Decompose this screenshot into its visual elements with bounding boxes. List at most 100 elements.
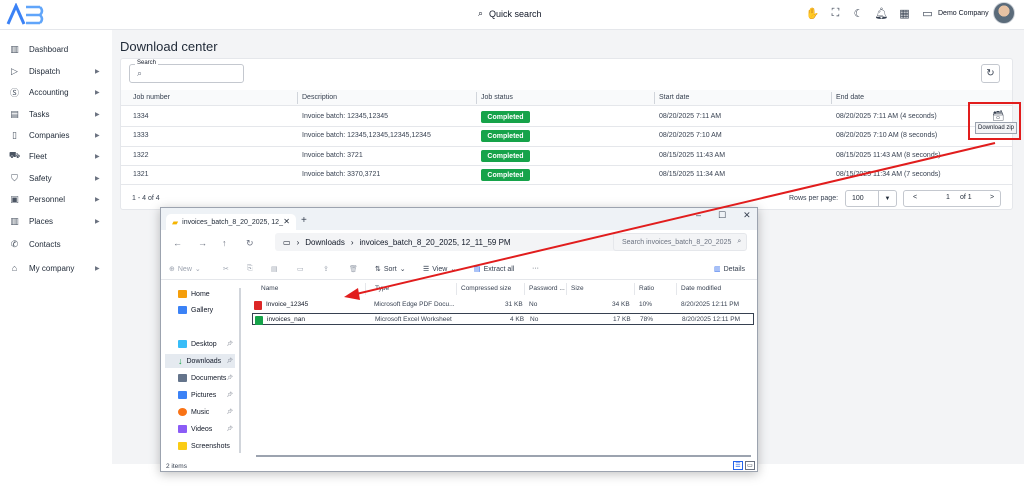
explorer-search-input[interactable]: Search invoices_batch_8_20_2025 ⌕ (613, 233, 747, 251)
nav-pictures[interactable]: Pictures 📌︎ (165, 388, 235, 402)
new-tab-button[interactable]: + (301, 215, 307, 226)
column-divider (365, 283, 366, 295)
cut-icon[interactable]: ✂ (223, 265, 229, 273)
rows-per-page-select[interactable]: 100 ▼ (845, 190, 897, 207)
chevron-right-icon: ▶ (95, 196, 100, 203)
file-ratio: 10% (639, 301, 653, 308)
start-date: 08/20/2025 7:11 AM (659, 113, 722, 120)
header-ratio[interactable]: Ratio (639, 285, 654, 292)
header-size[interactable]: Size (571, 285, 584, 292)
nav-desktop[interactable]: Desktop 📌︎ (165, 337, 235, 351)
sidebar-item-companies[interactable]: ▯ Companies ▶ (0, 125, 112, 145)
nav-documents[interactable]: Documents 📌︎ (165, 371, 235, 385)
file-name: invoices_nan (267, 316, 305, 323)
view-button[interactable]: ☰ View ⌄ (423, 265, 456, 274)
nav-scrollbar[interactable] (239, 288, 241, 453)
avatar[interactable] (993, 2, 1015, 24)
header-date-modified[interactable]: Date modified (681, 285, 721, 292)
nav-gallery[interactable]: Gallery (165, 303, 235, 317)
sort-button[interactable]: ⇅ Sort ⌄ (375, 265, 406, 274)
breadcrumb-downloads[interactable]: Downloads (305, 238, 345, 247)
header-password[interactable]: Password ... (529, 285, 565, 292)
breadcrumb-separator: › (350, 237, 354, 247)
details-view-icon[interactable]: ☰ (733, 461, 743, 470)
bell-icon[interactable]: 🔔︎ (875, 7, 889, 20)
refresh-button[interactable]: ↻ (981, 64, 1000, 83)
sort-icon: ⇅ (375, 266, 381, 273)
app-logo[interactable] (6, 3, 44, 27)
id-card-icon: ▣ (10, 193, 19, 204)
hand-icon[interactable]: ✋ (806, 7, 820, 20)
nav-home[interactable]: Home (165, 287, 235, 301)
truck-icon: ⛟ (8, 150, 21, 160)
delete-icon[interactable]: 🗑︎ (349, 265, 358, 273)
sidebar-item-places[interactable]: ▥ Places ▶ (0, 211, 112, 231)
sidebar-item-dashboard[interactable]: ▥ Dashboard (0, 39, 112, 59)
file-row[interactable]: Invoice_12345 Microsoft Edge PDF Docu...… (252, 299, 754, 311)
search-input[interactable] (129, 64, 244, 83)
rename-icon[interactable]: ▭ (297, 265, 304, 273)
sidebar-item-tasks[interactable]: ▤ Tasks ▶ (0, 104, 112, 124)
nav-label: Videos (191, 425, 213, 433)
copy-icon[interactable]: ⎘ (247, 265, 253, 273)
sidebar-item-contacts[interactable]: ✆ Contacts (0, 234, 112, 254)
sidebar-item-label: Contacts (29, 239, 61, 249)
page-number-input[interactable]: 1 (946, 194, 950, 201)
file-size: 17 KB (613, 316, 631, 323)
end-date: 08/20/2025 7:11 AM (4 seconds) (836, 113, 937, 120)
sidebar-item-my-company[interactable]: ⌂ My company ▶ (0, 258, 112, 278)
sidebar-item-accounting[interactable]: Ⓢ Accounting ▶ (0, 82, 112, 102)
header-compressed[interactable]: Compressed size (461, 285, 511, 292)
page-of: of 1 (960, 194, 972, 201)
minimize-icon[interactable]: – (696, 210, 701, 221)
more-button[interactable]: ··· (532, 265, 539, 272)
new-button[interactable]: ⊕ New ⌄ (169, 265, 201, 274)
search-icon: ⌕ (137, 68, 143, 78)
nav-downloads[interactable]: ↓ Downloads 📌︎ (165, 354, 235, 368)
tiles-view-icon[interactable]: ▭ (745, 461, 755, 470)
column-job-status[interactable]: Job status (481, 94, 513, 101)
prev-page-button[interactable]: < (913, 194, 917, 201)
back-icon[interactable]: ← (173, 238, 182, 248)
next-page-button[interactable]: > (990, 194, 994, 201)
company-name[interactable]: Demo Company (938, 10, 989, 17)
moon-icon[interactable]: ☾ (852, 7, 865, 20)
pin-icon: 📌︎ (226, 358, 233, 364)
nav-music[interactable]: Music 📌︎ (165, 405, 235, 419)
nav-videos[interactable]: Videos 📌︎ (165, 422, 235, 436)
header-name[interactable]: Name (261, 285, 278, 292)
search-label: Search (135, 60, 159, 66)
forward-icon[interactable]: → (198, 238, 207, 248)
header-type[interactable]: Type (375, 285, 389, 292)
column-start-date[interactable]: Start date (659, 94, 689, 101)
job-number: 1322 (133, 152, 149, 159)
sidebar-item-fleet[interactable]: ⛟ Fleet ▶ (0, 146, 112, 166)
column-job-number[interactable]: Job number (133, 94, 170, 101)
refresh-icon[interactable]: ↻ (246, 238, 254, 249)
extract-all-button[interactable]: ▤ Extract all (474, 265, 514, 274)
maximize-icon[interactable]: ☐ (718, 210, 726, 221)
file-row[interactable]: invoices_nan Microsoft Excel Worksheet 4… (252, 313, 754, 325)
display-icon[interactable]: ▭ (921, 7, 934, 20)
column-description[interactable]: Description (302, 94, 337, 101)
job-description: Invoice batch: 12345,12345 (302, 113, 389, 120)
explorer-tab[interactable]: ▰ invoices_batch_8_20_2025, 12_ ✕ (166, 214, 296, 230)
breadcrumb-folder[interactable]: invoices_batch_8_20_2025, 12_11_59 PM (359, 238, 510, 247)
expand-icon[interactable]: ⛶ (829, 7, 842, 20)
quick-search[interactable]: ⌕ Quick search (478, 8, 542, 19)
share-icon[interactable]: ⇪ (323, 265, 329, 273)
sidebar-item-dispatch[interactable]: ▷ Dispatch ▶ (0, 61, 112, 81)
close-icon[interactable]: ✕ (743, 210, 751, 221)
sidebar-item-safety[interactable]: ⛉ Safety ▶ (0, 168, 112, 188)
grid-icon[interactable]: ▦ (898, 7, 911, 20)
details-button[interactable]: ▥ Details (714, 265, 745, 274)
paste-icon[interactable]: ▤ (271, 265, 278, 273)
tab-title: invoices_batch_8_20_2025, 12_ (182, 218, 283, 226)
file-compressed-size: 4 KB (510, 316, 525, 323)
nav-screenshots[interactable]: Screenshots (165, 439, 235, 453)
up-icon[interactable]: ↑ (222, 238, 227, 248)
horizontal-scrollbar[interactable] (256, 455, 751, 457)
sidebar-item-personnel[interactable]: ▣ Personnel ▶ (0, 189, 112, 209)
column-end-date[interactable]: End date (836, 94, 864, 101)
close-tab-icon[interactable]: ✕ (283, 217, 290, 226)
